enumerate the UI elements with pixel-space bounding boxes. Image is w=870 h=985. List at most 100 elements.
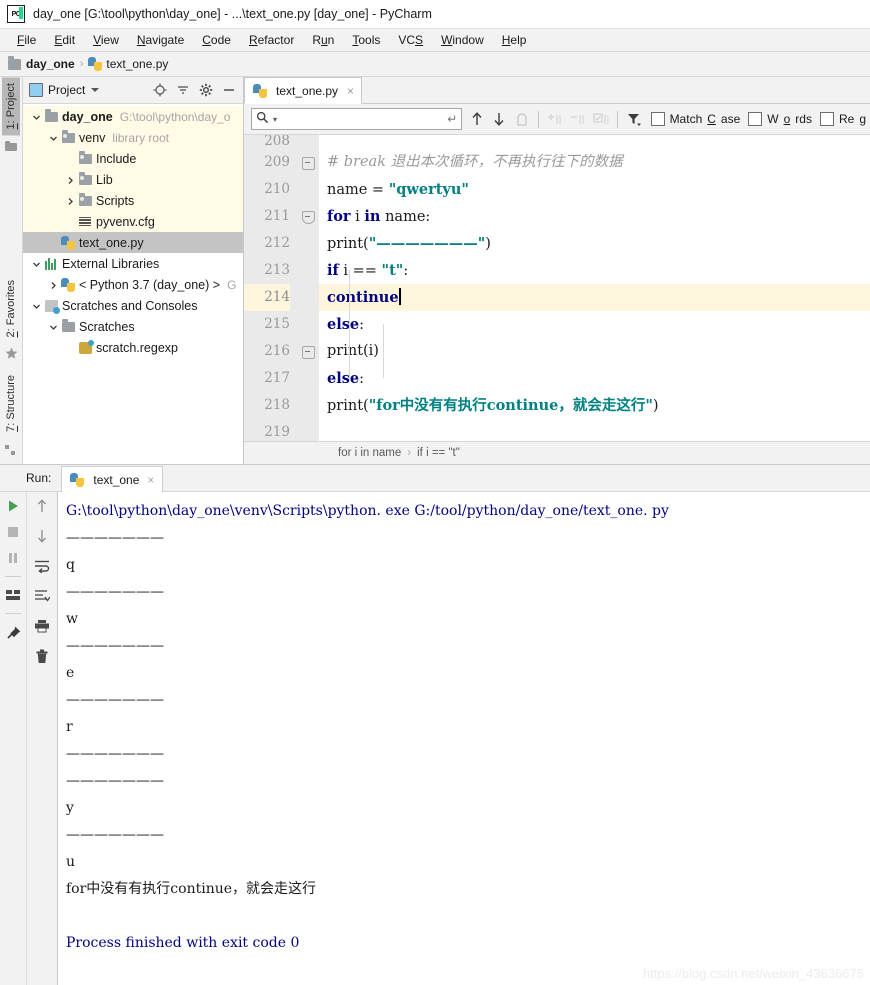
- tree-item-scratches-and-consoles[interactable]: Scratches and Consoles: [23, 295, 243, 316]
- breadcrumb-file[interactable]: text_one.py: [88, 57, 168, 71]
- menu-item-tools[interactable]: Tools: [343, 29, 389, 51]
- checkbox-box[interactable]: [650, 112, 665, 126]
- tree-item-day-one[interactable]: day_one G:\tool\python\day_o: [23, 106, 243, 127]
- chevron-down-icon[interactable]: [29, 300, 43, 310]
- code-line[interactable]: print(i): [319, 338, 870, 365]
- tree-item-scripts[interactable]: Scripts: [23, 190, 243, 211]
- trash-icon[interactable]: [34, 648, 50, 664]
- menu-item-refactor[interactable]: Refactor: [240, 29, 303, 51]
- menu-item-file[interactable]: File: [8, 29, 45, 51]
- tree-item-lib[interactable]: Lib: [23, 169, 243, 190]
- menu-item-window[interactable]: Window: [432, 29, 493, 51]
- chevron-down-icon[interactable]: [29, 111, 43, 121]
- menu-item-navigate[interactable]: Navigate: [128, 29, 193, 51]
- pause-icon[interactable]: [5, 550, 21, 566]
- breadcrumb-project[interactable]: day_one: [8, 55, 75, 71]
- close-icon[interactable]: ×: [347, 84, 354, 98]
- chevron-right-icon[interactable]: [63, 174, 77, 184]
- editor-tab-text-one[interactable]: text_one.py ×: [244, 77, 363, 104]
- checkbox-box[interactable]: [819, 112, 834, 126]
- code-line[interactable]: continue: [319, 284, 870, 311]
- code-line[interactable]: [319, 419, 870, 441]
- fold-cell: [297, 311, 319, 338]
- pin-icon[interactable]: [5, 624, 21, 640]
- regex-checkbox[interactable]: Re g: [819, 112, 866, 126]
- menu-item-view[interactable]: View: [84, 29, 128, 51]
- status-breadcrumb-item[interactable]: for i in name: [338, 447, 401, 459]
- hide-panel-icon[interactable]: [222, 83, 236, 97]
- collapse-all-icon[interactable]: [176, 83, 190, 97]
- code-line[interactable]: for i in name:: [319, 203, 870, 230]
- close-icon[interactable]: ×: [147, 473, 154, 487]
- soft-wrap-icon[interactable]: [34, 558, 50, 574]
- chevron-down-icon[interactable]: [46, 132, 60, 142]
- chevron-down-icon[interactable]: [91, 88, 100, 92]
- code-line[interactable]: if i == "t":: [319, 257, 870, 284]
- add-occurrence-icon[interactable]: [547, 110, 564, 128]
- stop-icon[interactable]: [5, 524, 21, 540]
- tree-item-venv[interactable]: venv library root: [23, 127, 243, 148]
- menu-item-run[interactable]: Run: [303, 29, 343, 51]
- run-tab-text-one[interactable]: text_one ×: [61, 466, 164, 492]
- select-all-occurrences-icon[interactable]: [514, 110, 531, 128]
- menu-item-help[interactable]: Help: [493, 29, 536, 51]
- code-token-fn: name =: [327, 182, 389, 198]
- tree-item-path: library root: [112, 130, 170, 145]
- find-next-icon[interactable]: [491, 110, 508, 128]
- search-dropdown-icon[interactable]: ▾: [273, 115, 277, 124]
- tree-item-pyvenv-cfg[interactable]: pyvenv.cfg: [23, 211, 243, 232]
- arrow-down-icon[interactable]: [34, 528, 50, 544]
- fold-collapse-icon[interactable]: [302, 157, 315, 170]
- status-breadcrumb-item[interactable]: if i == "t": [417, 447, 460, 459]
- run-tab-label: text_one: [93, 472, 140, 487]
- run-icon[interactable]: [5, 498, 21, 514]
- checkbox-box[interactable]: [748, 112, 763, 126]
- search-input[interactable]: ▾ ↵: [251, 108, 463, 130]
- console-output[interactable]: G:\tool\python\day_one\venv\Scripts\pyth…: [58, 492, 870, 985]
- find-previous-icon[interactable]: [468, 110, 485, 128]
- menu-item-code[interactable]: Code: [193, 29, 240, 51]
- code-line[interactable]: print("———————"): [319, 230, 870, 257]
- filter-icon[interactable]: [626, 110, 643, 128]
- code-lines[interactable]: # break 退出本次循环，不再执行往下的数据 name = "qwertyu"…: [319, 135, 870, 441]
- sidebar-tab-favorites[interactable]: 2: Favorites: [2, 274, 20, 343]
- code-line[interactable]: print("for中没有有执行continue，就会走这行"): [319, 392, 870, 419]
- code-line[interactable]: # break 退出本次循环，不再执行往下的数据: [319, 149, 870, 176]
- chevron-down-icon[interactable]: [46, 321, 60, 331]
- words-checkbox[interactable]: Wo rds: [748, 112, 812, 126]
- menu-item-edit[interactable]: Edit: [45, 29, 84, 51]
- code-line[interactable]: else:: [319, 365, 870, 392]
- scroll-to-end-icon[interactable]: [34, 588, 50, 604]
- locate-icon[interactable]: [153, 83, 167, 97]
- tree-item-external-libraries[interactable]: External Libraries: [23, 253, 243, 274]
- tree-item-scratch-regexp[interactable]: scratch.regexp: [23, 337, 243, 358]
- fold-collapse-icon[interactable]: [302, 346, 315, 359]
- fold-region-start-icon[interactable]: [302, 211, 315, 224]
- tree-item-text-one-py[interactable]: text_one.py: [23, 232, 243, 253]
- sidebar-tab-project[interactable]: 1: Project: [2, 77, 20, 136]
- code-line[interactable]: else:: [319, 311, 870, 338]
- console-line: G:\tool\python\day_one\venv\Scripts\pyth…: [66, 503, 669, 519]
- select-all-icon[interactable]: [592, 110, 609, 128]
- chevron-right-icon[interactable]: [46, 279, 60, 289]
- menu-item-vcs[interactable]: VCS: [389, 29, 432, 51]
- tree-item-include[interactable]: Include: [23, 148, 243, 169]
- code-line[interactable]: name = "qwertyu": [319, 176, 870, 203]
- line-number: 208: [264, 135, 290, 149]
- menu-label-pre: R: [312, 33, 321, 47]
- print-icon[interactable]: [34, 618, 50, 634]
- code-editor[interactable]: 208 209 210 211 212 213 214 215 216 217 218 219 # b…: [244, 135, 870, 441]
- console-line: u: [66, 854, 76, 870]
- tree-item-python-3-7-day-one[interactable]: < Python 3.7 (day_one) > G: [23, 274, 243, 295]
- sidebar-tab-structure[interactable]: 7: Structure: [2, 369, 20, 438]
- match-case-checkbox[interactable]: Match Case: [650, 112, 740, 126]
- tree-item-scratches[interactable]: Scratches: [23, 316, 243, 337]
- gear-icon[interactable]: [199, 83, 213, 97]
- arrow-up-icon[interactable]: [34, 498, 50, 514]
- code-folding-column[interactable]: [297, 135, 319, 441]
- chevron-right-icon[interactable]: [63, 195, 77, 205]
- chevron-down-icon[interactable]: [29, 258, 43, 268]
- layout-icon[interactable]: [5, 587, 21, 603]
- code-line[interactable]: [319, 135, 870, 149]
- remove-occurrence-icon[interactable]: [570, 110, 587, 128]
